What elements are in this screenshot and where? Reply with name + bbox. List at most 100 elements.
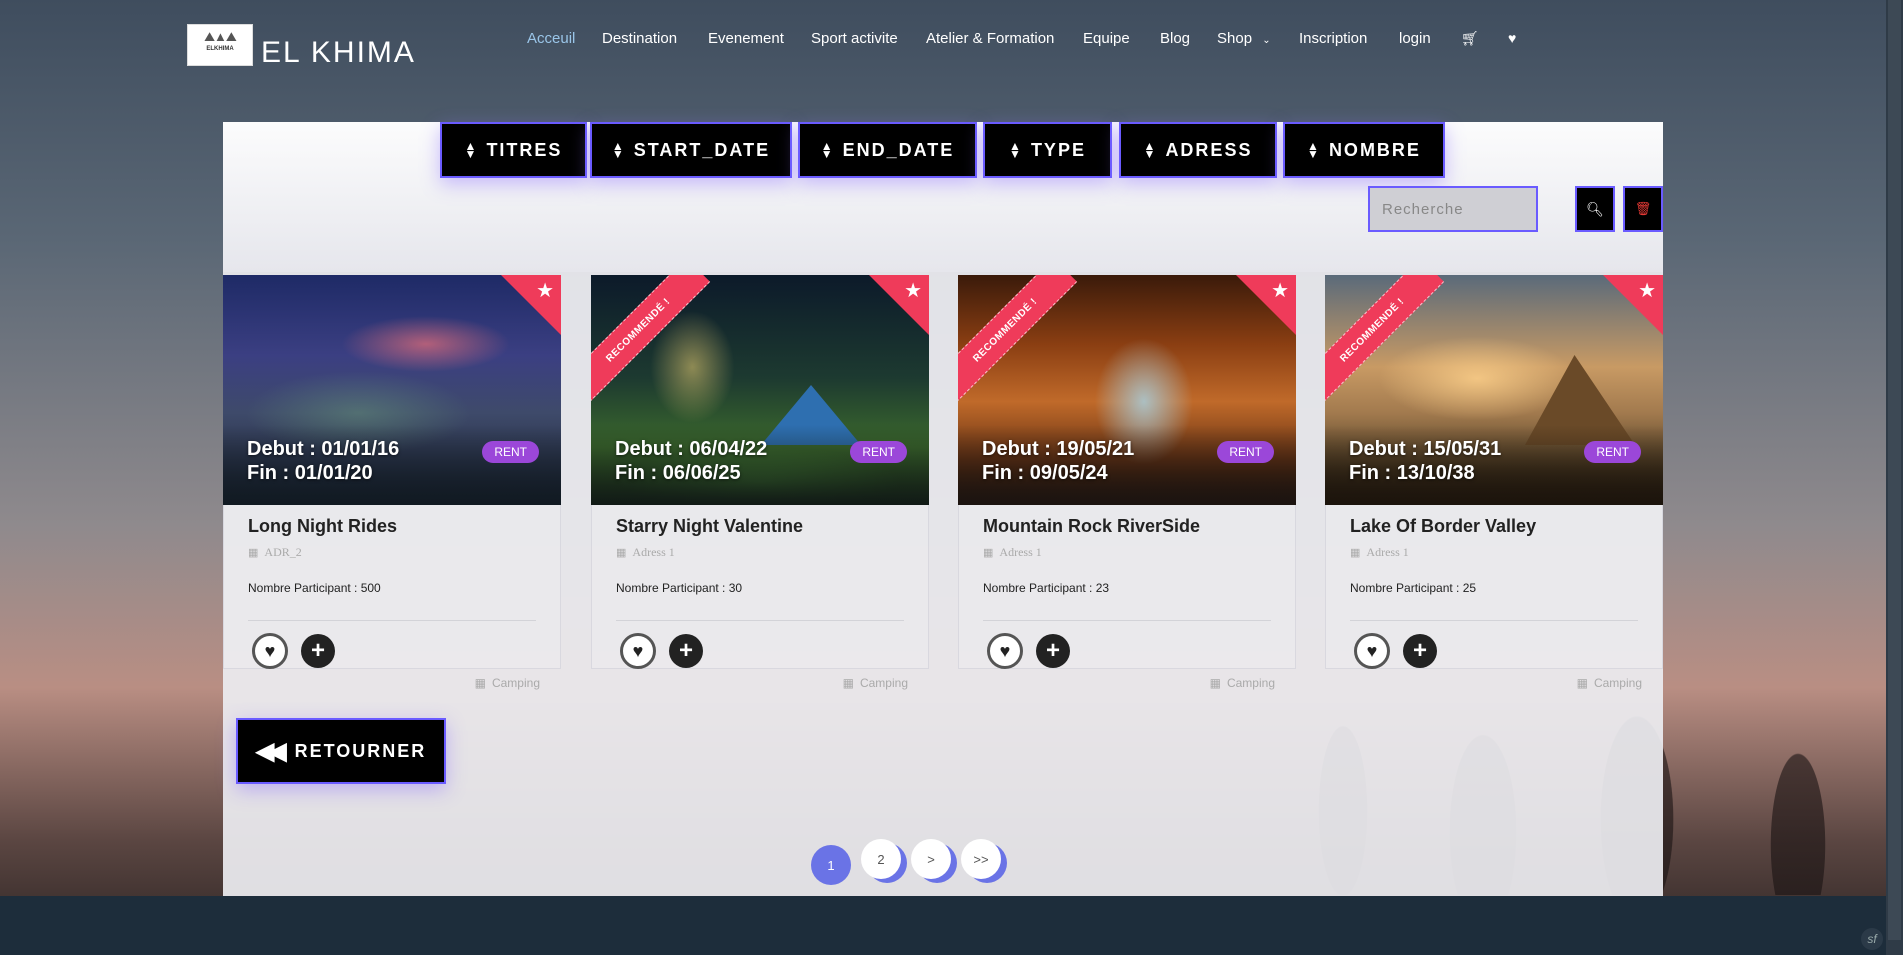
sort-icon: ▲ ▼	[611, 138, 626, 161]
sort-titres-button[interactable]: ▲ ▼ TITRES	[440, 122, 587, 178]
star-icon[interactable]: ★	[904, 281, 922, 301]
nav-item-atelier-formation[interactable]: Atelier & Formation	[926, 30, 1054, 47]
event-category: ▦ Camping	[1577, 676, 1642, 690]
nav-item-acceuil[interactable]: Acceuil	[527, 30, 575, 47]
event-end-date: Fin : 09/05/24	[982, 462, 1108, 484]
nav-item-destination[interactable]: Destination	[602, 30, 677, 47]
plus-icon: +	[1412, 637, 1427, 664]
sort-icon: ▲ ▼	[820, 138, 835, 161]
add-button[interactable]: +	[669, 634, 703, 668]
building-icon: ▦	[1209, 676, 1221, 690]
add-button[interactable]: +	[1036, 634, 1070, 668]
back-button[interactable]: ◀◀ RETOURNER	[236, 718, 446, 784]
star-icon[interactable]: ★	[1638, 281, 1656, 301]
event-title[interactable]: Lake Of Border Valley	[1350, 516, 1536, 537]
event-image[interactable]: ★ Debut : 01/01/16 Fin : 01/01/20 RENT	[223, 275, 561, 505]
building-icon: ▦	[1350, 547, 1361, 559]
plus-icon: +	[310, 637, 325, 664]
event-category: ▦ Camping	[843, 676, 908, 690]
nav-item-login[interactable]: login	[1399, 30, 1431, 47]
plus-icon: +	[678, 637, 693, 664]
page-2-button[interactable]: 2	[861, 839, 901, 879]
event-dates: Debut : 15/05/31 Fin : 13/10/38	[1349, 437, 1501, 485]
nav-item-evenement[interactable]: Evenement	[708, 30, 784, 47]
event-dates: Debut : 06/04/22 Fin : 06/06/25	[615, 437, 767, 485]
like-button[interactable]: ♥	[1354, 633, 1390, 669]
star-icon[interactable]: ★	[536, 281, 554, 301]
building-icon: ▦	[616, 547, 627, 559]
sort-nombre-label: NOMBRE	[1328, 139, 1421, 160]
star-icon[interactable]: ★	[1271, 281, 1289, 301]
rent-badge: RENT	[1584, 441, 1641, 463]
event-address-text: Adress 1	[632, 545, 675, 559]
building-icon: ▦	[248, 547, 259, 559]
scrollbar[interactable]	[1886, 0, 1903, 955]
cart-icon[interactable]: 🛒︎	[1461, 30, 1479, 47]
event-title[interactable]: Long Night Rides	[248, 516, 397, 537]
search-input[interactable]	[1368, 186, 1538, 232]
heart-icon: ♥	[1366, 640, 1378, 661]
next-page-button[interactable]: >	[911, 839, 951, 879]
last-page-button[interactable]: >>	[961, 839, 1001, 879]
scrollbar-thumb[interactable]	[1888, 0, 1901, 940]
nav-item-blog[interactable]: Blog	[1160, 30, 1190, 47]
event-card: RECOMMENDÉ ! ★ Debut : 15/05/31 Fin : 13…	[1325, 275, 1663, 690]
event-address: ▦ Adress 1	[1350, 545, 1409, 560]
event-image[interactable]: RECOMMENDÉ ! ★ Debut : 06/04/22 Fin : 06…	[591, 275, 929, 505]
like-button[interactable]: ♥	[620, 633, 656, 669]
event-title[interactable]: Mountain Rock RiverSide	[983, 516, 1200, 537]
trash-icon: 🗑︎	[1634, 201, 1652, 216]
event-end-date: Fin : 06/06/25	[615, 462, 741, 484]
divider	[1350, 620, 1638, 621]
event-address: ▦ Adress 1	[983, 545, 1042, 560]
heart-icon[interactable]: ♥	[1508, 30, 1516, 46]
event-category-text: Camping	[491, 676, 540, 690]
building-icon: ▦	[842, 676, 854, 690]
event-title[interactable]: Starry Night Valentine	[616, 516, 803, 537]
nav-item-equipe[interactable]: Equipe	[1083, 30, 1130, 47]
sort-icon: ▲ ▼	[1009, 138, 1023, 161]
event-address-text: Adress 1	[1366, 545, 1409, 559]
add-button[interactable]: +	[301, 634, 335, 668]
heart-icon: ♥	[999, 640, 1011, 661]
event-category-text: Camping	[1593, 676, 1642, 690]
rent-badge: RENT	[850, 441, 907, 463]
event-dates: Debut : 01/01/16 Fin : 01/01/20	[247, 437, 399, 485]
like-button[interactable]: ♥	[252, 633, 288, 669]
sort-end-date-button[interactable]: ▲ ▼ END_DATE	[798, 122, 977, 178]
event-category-text: Camping	[859, 676, 908, 690]
sort-start-date-button[interactable]: ▲ ▼ START_DATE	[590, 122, 792, 178]
event-card-body: Mountain Rock RiverSide ▦ Adress 1 Nombre…	[958, 505, 1296, 690]
symfony-icon[interactable]: sf	[1861, 928, 1883, 950]
sort-nombre-button[interactable]: ▲ ▼ NOMBRE	[1283, 122, 1445, 178]
sort-icon: ▲ ▼	[464, 138, 479, 161]
nav-item-shop-label: Shop	[1217, 30, 1253, 47]
site-logo[interactable]: ⛰▲⛰ ELKHIMA	[187, 24, 253, 66]
add-button[interactable]: +	[1403, 634, 1437, 668]
nav-item-shop[interactable]: Shop ⌄	[1217, 30, 1271, 47]
site-header: ⛰▲⛰ ELKHIMA EL KHIMA Acceuil Destination…	[0, 0, 1886, 90]
clear-search-button[interactable]: 🗑︎	[1623, 186, 1663, 232]
event-card: ★ Debut : 01/01/16 Fin : 01/01/20 RENT L…	[223, 275, 561, 690]
nav-item-sport-activite[interactable]: Sport activite	[811, 30, 898, 47]
event-participants: Nombre Participant : 23	[983, 581, 1110, 595]
sort-type-button[interactable]: ▲ ▼ TYPE	[983, 122, 1112, 178]
event-category-text: Camping	[1226, 676, 1275, 690]
event-start-date: Debut : 01/01/16	[247, 438, 400, 460]
fast-backward-icon: ◀◀	[255, 737, 287, 765]
search-icon: 🔍︎	[1586, 200, 1604, 217]
sort-adress-button[interactable]: ▲ ▼ ADRESS	[1119, 122, 1277, 178]
event-start-date: Debut : 06/04/22	[615, 438, 768, 460]
nav-item-inscription[interactable]: Inscription	[1299, 30, 1367, 47]
event-image[interactable]: RECOMMENDÉ ! ★ Debut : 15/05/31 Fin : 13…	[1325, 275, 1663, 505]
footer-bar	[0, 896, 1886, 955]
search-button[interactable]: 🔍︎	[1575, 186, 1615, 232]
event-start-date: Debut : 15/05/31	[1349, 438, 1502, 460]
site-name[interactable]: EL KHIMA	[261, 36, 416, 70]
event-image[interactable]: RECOMMENDÉ ! ★ Debut : 19/05/21 Fin : 09…	[958, 275, 1296, 505]
plus-icon: +	[1045, 637, 1060, 664]
event-category: ▦ Camping	[1210, 676, 1275, 690]
like-button[interactable]: ♥	[987, 633, 1023, 669]
event-card: RECOMMENDÉ ! ★ Debut : 19/05/21 Fin : 09…	[958, 275, 1296, 690]
page-1-button[interactable]: 1	[811, 845, 851, 885]
